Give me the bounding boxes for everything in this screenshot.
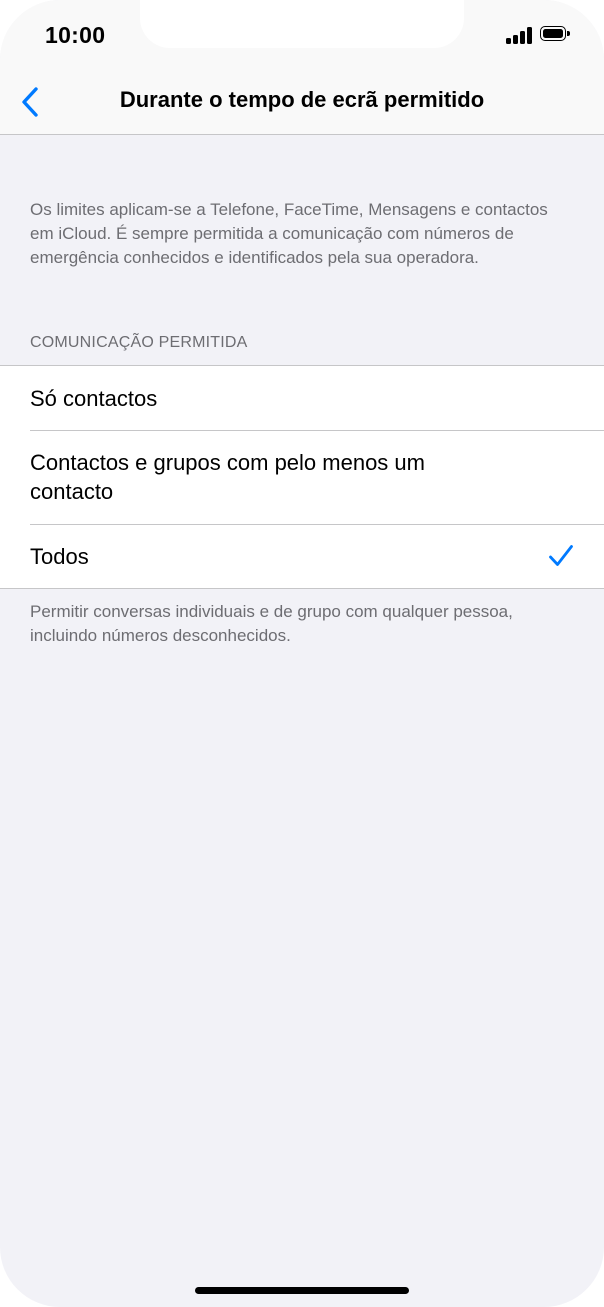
checkmark-icon bbox=[549, 545, 573, 566]
status-time: 10:00 bbox=[45, 22, 106, 48]
limits-info-text: Os limites aplicam-se a Telefone, FaceTi… bbox=[30, 200, 548, 267]
home-indicator[interactable] bbox=[195, 1287, 409, 1294]
option-everyone[interactable]: Todos bbox=[0, 524, 604, 588]
section-header-allowed-communication: COMUNICAÇÃO PERMITIDA bbox=[30, 334, 248, 351]
option-label: Contactos e grupos com pelo menos um con… bbox=[30, 450, 425, 504]
communication-options-list: Só contactos Contactos e grupos com pelo… bbox=[0, 365, 604, 589]
option-label: Só contactos bbox=[30, 385, 158, 411]
screen: 10:00 Durante o tempo de ecrã permitido … bbox=[0, 0, 604, 1307]
option-label: Todos bbox=[30, 543, 89, 569]
option-contacts-only[interactable]: Só contactos bbox=[0, 366, 604, 430]
option-description-text: Permitir conversas individuais e de grup… bbox=[30, 602, 513, 645]
option-contacts-and-groups[interactable]: Contactos e grupos com pelo menos um con… bbox=[0, 430, 604, 524]
battery-full-icon bbox=[540, 26, 570, 43]
device-notch bbox=[140, 0, 464, 48]
page-title: Durante o tempo de ecrã permitido bbox=[119, 87, 485, 112]
cellular-signal-icon bbox=[506, 27, 534, 44]
navigation-bar: 10:00 Durante o tempo de ecrã permitido bbox=[0, 0, 604, 135]
